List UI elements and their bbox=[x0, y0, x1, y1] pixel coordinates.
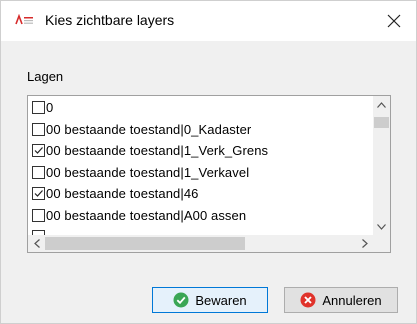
layers-group-label: Lagen bbox=[27, 69, 64, 84]
layer-list-item[interactable]: 0 bbox=[28, 97, 368, 119]
scroll-up-arrow-icon[interactable] bbox=[373, 96, 390, 113]
horizontal-scrollbar[interactable] bbox=[28, 235, 373, 252]
checkmark-icon bbox=[34, 190, 43, 198]
layer-label: 00 bestaande toestand|A00 assen bbox=[46, 207, 247, 223]
layer-checkbox[interactable] bbox=[32, 165, 45, 179]
layer-checkbox[interactable] bbox=[32, 208, 45, 222]
check-circle-icon bbox=[173, 292, 189, 308]
cancel-button[interactable]: Annuleren bbox=[284, 287, 398, 313]
layer-checkbox[interactable] bbox=[32, 187, 45, 201]
scroll-down-arrow-icon[interactable] bbox=[373, 218, 390, 235]
layer-checkbox[interactable] bbox=[32, 101, 45, 115]
scrollbar-corner bbox=[373, 235, 390, 252]
layer-list-item[interactable]: 00 bestaande toestand|A00 assen bbox=[28, 205, 368, 227]
horizontal-scroll-thumb[interactable] bbox=[45, 237, 245, 250]
layer-label: 00 bestaande toestand|1_Verk_Grens bbox=[46, 143, 269, 159]
layer-checkbox[interactable] bbox=[32, 144, 45, 158]
layer-label: 00 bestaande toestand|0_Kadaster bbox=[46, 121, 252, 137]
layer-label: 0 bbox=[46, 100, 54, 116]
app-logo-icon bbox=[15, 13, 35, 26]
layer-list-item[interactable]: 00 bestaande toestand|46 bbox=[28, 183, 368, 205]
dialog-title: Kies zichtbare layers bbox=[45, 12, 175, 28]
layers-listbox[interactable]: 0 00 bestaande toestand|0_Kadaster 00 best… bbox=[27, 95, 391, 253]
vertical-scroll-thumb[interactable] bbox=[374, 117, 389, 128]
cancel-button-label: Annuleren bbox=[322, 292, 382, 308]
scroll-right-arrow-icon[interactable] bbox=[356, 235, 373, 252]
scroll-left-arrow-icon[interactable] bbox=[28, 235, 45, 252]
save-button-label: Bewaren bbox=[195, 292, 247, 308]
close-button[interactable] bbox=[380, 7, 408, 35]
layers-list: 0 00 bestaande toestand|0_Kadaster 00 best… bbox=[28, 97, 368, 248]
layer-list-item[interactable]: 00 bestaande toestand|1_Verk_Grens bbox=[28, 140, 368, 162]
layer-list-item[interactable]: 00 bestaande toestand|1_Verkavel bbox=[28, 162, 368, 184]
close-icon bbox=[387, 14, 401, 28]
title-bar[interactable]: Kies zichtbare layers bbox=[1, 1, 416, 41]
layer-list-item[interactable]: 00 bestaande toestand|0_Kadaster bbox=[28, 119, 368, 141]
layer-label: 00 bestaande toestand|1_Verkavel bbox=[46, 164, 250, 180]
checkmark-icon bbox=[34, 147, 43, 155]
layer-label: 00 bestaande toestand|46 bbox=[46, 186, 199, 202]
layer-checkbox[interactable] bbox=[32, 122, 45, 136]
dialog-window: Kies zichtbare layers Lagen 0 00 bestaand… bbox=[0, 0, 417, 324]
vertical-scrollbar[interactable] bbox=[373, 96, 390, 235]
save-button[interactable]: Bewaren bbox=[152, 287, 268, 313]
x-circle-icon bbox=[300, 292, 316, 308]
